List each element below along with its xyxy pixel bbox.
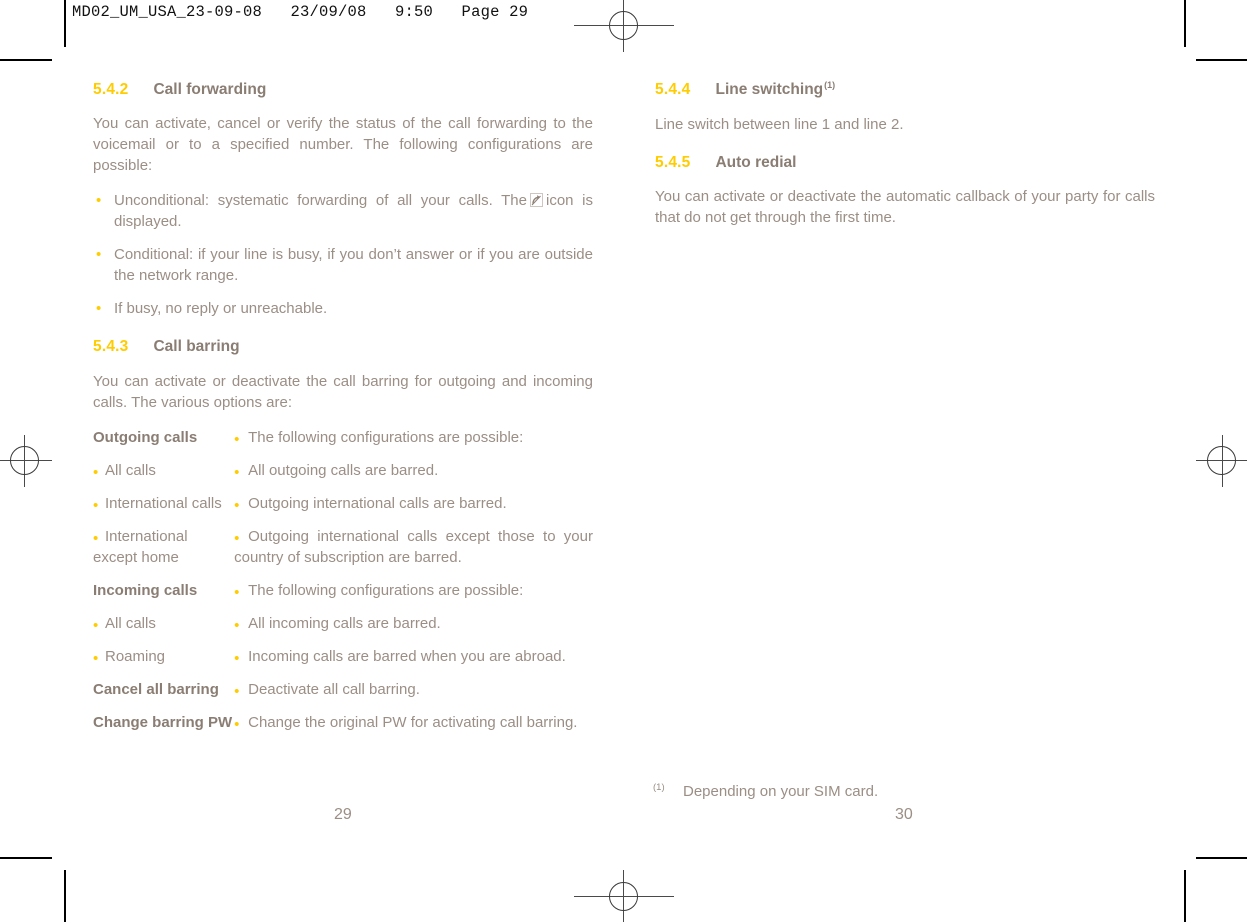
table-cell-value: All outgoing calls are barred. xyxy=(234,460,593,493)
option-value: The following configurations are possibl… xyxy=(234,429,523,446)
option-value: The following configurations are possibl… xyxy=(234,582,523,599)
call-barring-options-table: Outgoing calls The following configurati… xyxy=(93,427,593,733)
table-row: All calls All incoming calls are barred. xyxy=(93,613,593,646)
crop-mark-bottom-left-vertical xyxy=(64,870,66,922)
table-cell-value: Outgoing international calls are barred. xyxy=(234,493,593,526)
option-value: Outgoing international calls are barred. xyxy=(234,495,507,512)
table-cell-value: Deactivate all call barring. xyxy=(234,679,593,712)
heading-5-4-5: 5.4.5 Auto redial xyxy=(655,153,1155,172)
printer-slug: MD02_UM_USA_23-09-08 23/09/08 9:50 Page … xyxy=(72,3,529,21)
list-item: Conditional: if your line is busy, if yo… xyxy=(93,244,593,286)
option-label: All calls xyxy=(93,615,156,632)
footnote: (1) Depending on your SIM card. xyxy=(653,777,1153,802)
call-forward-icon xyxy=(529,192,543,208)
table-cell-label: Incoming calls xyxy=(93,580,234,613)
table-row: International except home Outgoing inter… xyxy=(93,526,593,580)
table-cell-label: Cancel all barring xyxy=(93,679,234,712)
option-label: Cancel all barring xyxy=(93,680,219,698)
heading-5-4-2: 5.4.2 Call forwarding xyxy=(93,80,593,99)
paragraph-call-forwarding-intro: You can activate, cancel or verify the s… xyxy=(93,115,593,175)
table-cell-value: Incoming calls are barred when you are a… xyxy=(234,646,593,679)
table-row: Cancel all barring Deactivate all call b… xyxy=(93,679,593,712)
footnote-marker: (1) xyxy=(824,80,836,90)
crop-mark-top-right-vertical xyxy=(1184,0,1186,47)
table-row: All calls All outgoing calls are barred. xyxy=(93,460,593,493)
option-label: Incoming calls xyxy=(93,581,198,599)
table-cell-value: Change the original PW for activating ca… xyxy=(234,712,593,733)
table-cell-label: Roaming xyxy=(93,646,234,679)
table-row: Roaming Incoming calls are barred when y… xyxy=(93,646,593,679)
footnote-text: Depending on your SIM card. xyxy=(683,783,879,800)
heading-5-4-3: 5.4.3 Call barring xyxy=(93,337,593,356)
option-label: International calls xyxy=(93,495,222,512)
paragraph-call-barring-intro: You can activate or deactivate the call … xyxy=(93,372,593,411)
registration-mark-top xyxy=(574,0,674,52)
option-value: All incoming calls are barred. xyxy=(234,615,441,632)
option-value: Outgoing international calls except thos… xyxy=(234,528,593,566)
table-row: Change barring PW Change the original PW… xyxy=(93,712,593,733)
call-forwarding-bullet-list: Unconditional: systematic forwarding of … xyxy=(93,190,593,319)
page-number-right: 30 xyxy=(895,806,913,823)
paragraph-line-switching: Line switch between line 1 and line 2. xyxy=(655,115,904,133)
table-cell-label: International calls xyxy=(93,493,234,526)
section-number: 5.4.5 xyxy=(655,153,691,171)
paragraph-auto-redial: You can activate or deactivate the autom… xyxy=(655,187,1155,226)
option-label: All calls xyxy=(93,462,156,479)
table-cell-label: All calls xyxy=(93,613,234,646)
footnote-marker: (1) xyxy=(653,782,665,793)
crop-mark-top-left-horizontal xyxy=(0,59,52,61)
option-label: Change barring PW xyxy=(93,713,233,731)
section-number: 5.4.2 xyxy=(93,81,129,98)
crop-mark-bottom-right-vertical xyxy=(1184,870,1186,922)
table-cell-value: The following configurations are possibl… xyxy=(234,580,593,613)
section-title: Auto redial xyxy=(715,153,797,171)
option-value: All outgoing calls are barred. xyxy=(234,462,438,479)
crop-mark-top-left-vertical xyxy=(64,0,66,47)
list-item: Unconditional: systematic forwarding of … xyxy=(93,190,593,232)
left-page-column: 5.4.2 Call forwarding You can activate, c… xyxy=(93,80,593,733)
section-title: Line switching xyxy=(715,81,824,99)
table-cell-value: All incoming calls are barred. xyxy=(234,613,593,646)
registration-mark-right xyxy=(1196,435,1247,487)
page-number-left: 29 xyxy=(334,806,352,823)
crop-mark-bottom-right-horizontal xyxy=(1196,857,1247,859)
option-value: Incoming calls are barred when you are a… xyxy=(234,648,566,665)
heading-5-4-4: 5.4.4 Line switching(1) xyxy=(655,80,1155,100)
registration-mark-bottom xyxy=(574,870,674,922)
option-label: International except home xyxy=(93,528,188,566)
table-row: Outgoing calls The following configurati… xyxy=(93,427,593,460)
option-label: Roaming xyxy=(93,648,165,665)
option-value: Deactivate all call barring. xyxy=(234,681,420,698)
section-number: 5.4.3 xyxy=(93,338,129,356)
table-cell-value: Outgoing international calls except thos… xyxy=(234,526,593,580)
section-number: 5.4.4 xyxy=(655,81,691,99)
crop-mark-top-right-horizontal xyxy=(1196,59,1247,61)
section-title: Call forwarding xyxy=(153,81,267,98)
table-cell-label: All calls xyxy=(93,460,234,493)
table-row: Incoming calls The following configurati… xyxy=(93,580,593,613)
option-value: Change the original PW for activating ca… xyxy=(234,714,577,731)
crop-mark-bottom-left-horizontal xyxy=(0,857,52,859)
table-cell-label: Outgoing calls xyxy=(93,427,234,460)
option-label: Outgoing calls xyxy=(93,428,198,446)
table-row: International calls Outgoing internation… xyxy=(93,493,593,526)
bullet-text-before: Unconditional: systematic forwarding of … xyxy=(114,192,527,210)
table-cell-value: The following configurations are possibl… xyxy=(234,427,593,460)
section-title: Call barring xyxy=(153,338,240,356)
right-page-column: 5.4.4 Line switching(1) Line switch betwe… xyxy=(655,80,1155,228)
list-item: If busy, no reply or unreachable. xyxy=(93,298,593,319)
table-cell-label: Change barring PW xyxy=(93,712,234,733)
registration-mark-left xyxy=(0,435,52,487)
table-cell-label: International except home xyxy=(93,526,234,580)
